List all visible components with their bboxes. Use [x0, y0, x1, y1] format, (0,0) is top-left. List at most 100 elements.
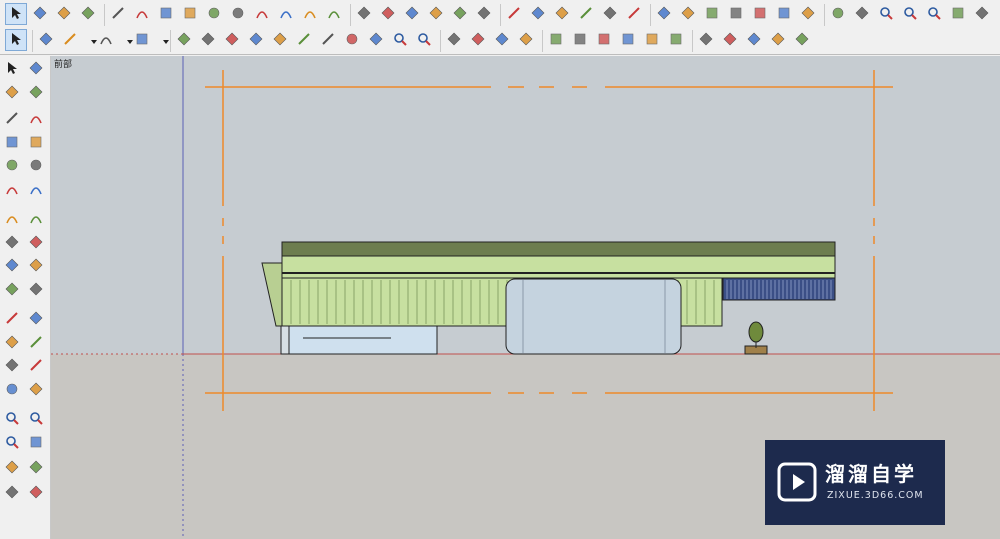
tape-measure-button[interactable]: [504, 4, 524, 24]
pencil-button[interactable]: [60, 30, 80, 50]
freehand-button[interactable]: [132, 4, 152, 24]
pencil-button[interactable]: [108, 4, 128, 24]
left-view-button[interactable]: [666, 30, 686, 50]
left-tape-measure-button[interactable]: [2, 309, 22, 329]
zoom-window-button[interactable]: [900, 4, 920, 24]
axes-button[interactable]: [600, 4, 620, 24]
dropdown-arrow-icon[interactable]: [156, 30, 176, 50]
eraser-button[interactable]: [78, 4, 98, 24]
subtract-button[interactable]: [744, 30, 764, 50]
left-paint-bucket-button[interactable]: [2, 83, 22, 103]
three-point-arc-button[interactable]: [300, 4, 320, 24]
left-orbit-button[interactable]: [2, 380, 22, 400]
left-move-button[interactable]: [2, 233, 22, 253]
left-freehand-button[interactable]: [26, 109, 46, 129]
push-pull-button[interactable]: [378, 4, 398, 24]
left-pan-button[interactable]: [26, 380, 46, 400]
left-rotated-rectangle-button[interactable]: [26, 133, 46, 153]
left-position-camera-button[interactable]: [2, 458, 22, 478]
intersect-button[interactable]: [720, 30, 740, 50]
arc-button[interactable]: [96, 30, 116, 50]
move-button[interactable]: [222, 30, 242, 50]
orbit-button[interactable]: [828, 4, 848, 24]
left-previous-view-button[interactable]: [26, 433, 46, 453]
left-text-button[interactable]: [26, 333, 46, 353]
left-look-around-button[interactable]: [26, 458, 46, 478]
3d-text-button[interactable]: [624, 4, 644, 24]
rotate-button[interactable]: [402, 4, 422, 24]
zoom-button[interactable]: [390, 30, 410, 50]
pie-button[interactable]: [324, 4, 344, 24]
warehouse-button[interactable]: [444, 30, 464, 50]
move-button[interactable]: [354, 4, 374, 24]
left-circle-button[interactable]: [2, 156, 22, 176]
rotated-rectangle-button[interactable]: [180, 4, 200, 24]
left-axes-button[interactable]: [2, 356, 22, 376]
rotate-button[interactable]: [246, 30, 266, 50]
monochrome-button[interactable]: [798, 4, 818, 24]
hidden-line-button[interactable]: [726, 4, 746, 24]
left-select-arrow-button[interactable]: [2, 59, 22, 79]
left-component-button[interactable]: [26, 59, 46, 79]
left-zoom-extents-button[interactable]: [2, 433, 22, 453]
left-arc-button[interactable]: [2, 180, 22, 200]
zoom-extents-button[interactable]: [924, 4, 944, 24]
left-eraser-button[interactable]: [26, 83, 46, 103]
select-arrow-button[interactable]: [5, 3, 27, 25]
scale-button[interactable]: [450, 4, 470, 24]
component-button[interactable]: [30, 4, 50, 24]
shaded-button[interactable]: [750, 4, 770, 24]
previous-view-button[interactable]: [948, 4, 968, 24]
left-follow-me-button[interactable]: [26, 256, 46, 276]
follow-me-button[interactable]: [426, 4, 446, 24]
left-two-point-arc-button[interactable]: [26, 180, 46, 200]
zoom-extents-button[interactable]: [414, 30, 434, 50]
left-scale-button[interactable]: [2, 280, 22, 300]
text-button[interactable]: [318, 30, 338, 50]
left-zoom-button[interactable]: [2, 409, 22, 429]
left-polygon-button[interactable]: [26, 156, 46, 176]
two-point-arc-button[interactable]: [276, 4, 296, 24]
shaded-textures-button[interactable]: [774, 4, 794, 24]
left-walk-button[interactable]: [2, 483, 22, 503]
left-3d-text-button[interactable]: [26, 356, 46, 376]
split-button[interactable]: [792, 30, 812, 50]
left-rectangle-button[interactable]: [2, 133, 22, 153]
extension-button[interactable]: [468, 30, 488, 50]
select-arrow-button[interactable]: [5, 29, 27, 51]
polygon-button[interactable]: [228, 4, 248, 24]
rectangle-button[interactable]: [156, 4, 176, 24]
left-section-plane-button[interactable]: [26, 483, 46, 503]
circle-button[interactable]: [204, 4, 224, 24]
left-zoom-window-button[interactable]: [26, 409, 46, 429]
left-offset-button[interactable]: [26, 280, 46, 300]
wireframe-button[interactable]: [702, 4, 722, 24]
xray-button[interactable]: [654, 4, 674, 24]
left-pencil-button[interactable]: [2, 109, 22, 129]
position-camera-button[interactable]: [972, 4, 992, 24]
back-edges-button[interactable]: [678, 4, 698, 24]
arc-button[interactable]: [252, 4, 272, 24]
send-button[interactable]: [492, 30, 512, 50]
union-button[interactable]: [696, 30, 716, 50]
pan-button[interactable]: [852, 4, 872, 24]
left-rotate-button[interactable]: [2, 256, 22, 276]
ruby-button[interactable]: [516, 30, 536, 50]
rectangle-button[interactable]: [132, 30, 152, 50]
front-view-button[interactable]: [594, 30, 614, 50]
tape-measure-button[interactable]: [294, 30, 314, 50]
left-pie-button[interactable]: [26, 209, 46, 229]
back-view-button[interactable]: [642, 30, 662, 50]
left-push-pull-button[interactable]: [26, 233, 46, 253]
text-button[interactable]: [576, 4, 596, 24]
pan-button[interactable]: [366, 30, 386, 50]
push-pull-button[interactable]: [174, 30, 194, 50]
paint-bucket-button[interactable]: [54, 4, 74, 24]
scale-button[interactable]: [270, 30, 290, 50]
top-view-button[interactable]: [570, 30, 590, 50]
left-protractor-button[interactable]: [2, 333, 22, 353]
protractor-button[interactable]: [552, 4, 572, 24]
left-dimension-button[interactable]: [26, 309, 46, 329]
left-three-point-arc-button[interactable]: [2, 209, 22, 229]
zoom-button[interactable]: [876, 4, 896, 24]
